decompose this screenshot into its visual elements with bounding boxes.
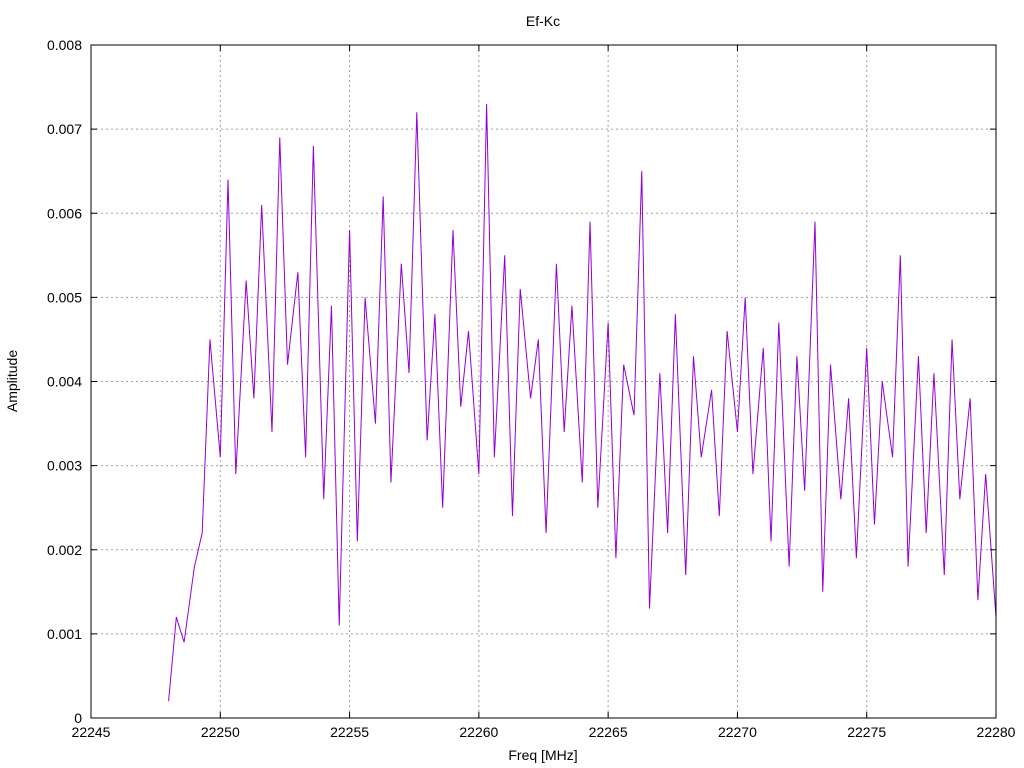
y-tick-label: 0.005 [47,289,82,305]
ticks: 22245 22250 22255 22260 22265 22270 22275 22280… [47,37,1016,740]
y-tick-label: 0.002 [47,542,82,558]
y-tick-label: 0.006 [47,205,82,221]
x-tick-label: 22250 [201,724,240,740]
series-line [168,103,997,702]
y-tick-label: 0.007 [47,121,82,137]
y-tick-label: 0.001 [47,626,82,642]
x-tick-label: 22280 [977,724,1016,740]
x-tick-label: 22260 [459,724,498,740]
chart: 22245 22250 22255 22260 22265 22270 22275 22280… [4,13,1016,763]
y-axis-label: Amplitude [4,350,20,412]
chart-title: Ef-Kc [526,13,560,29]
x-tick-label: 22265 [589,724,628,740]
y-tick-label: 0.003 [47,458,82,474]
x-tick-label: 22255 [330,724,369,740]
series-layer [168,103,997,702]
x-tick-label: 22245 [72,724,111,740]
y-tick-label: 0.004 [47,374,82,390]
grid [91,45,996,718]
x-tick-label: 22270 [718,724,757,740]
x-tick-label: 22275 [847,724,886,740]
y-tick-label: 0.008 [47,37,82,53]
y-tick-label: 0 [74,710,82,726]
x-axis-label: Freq [MHz] [508,747,577,763]
